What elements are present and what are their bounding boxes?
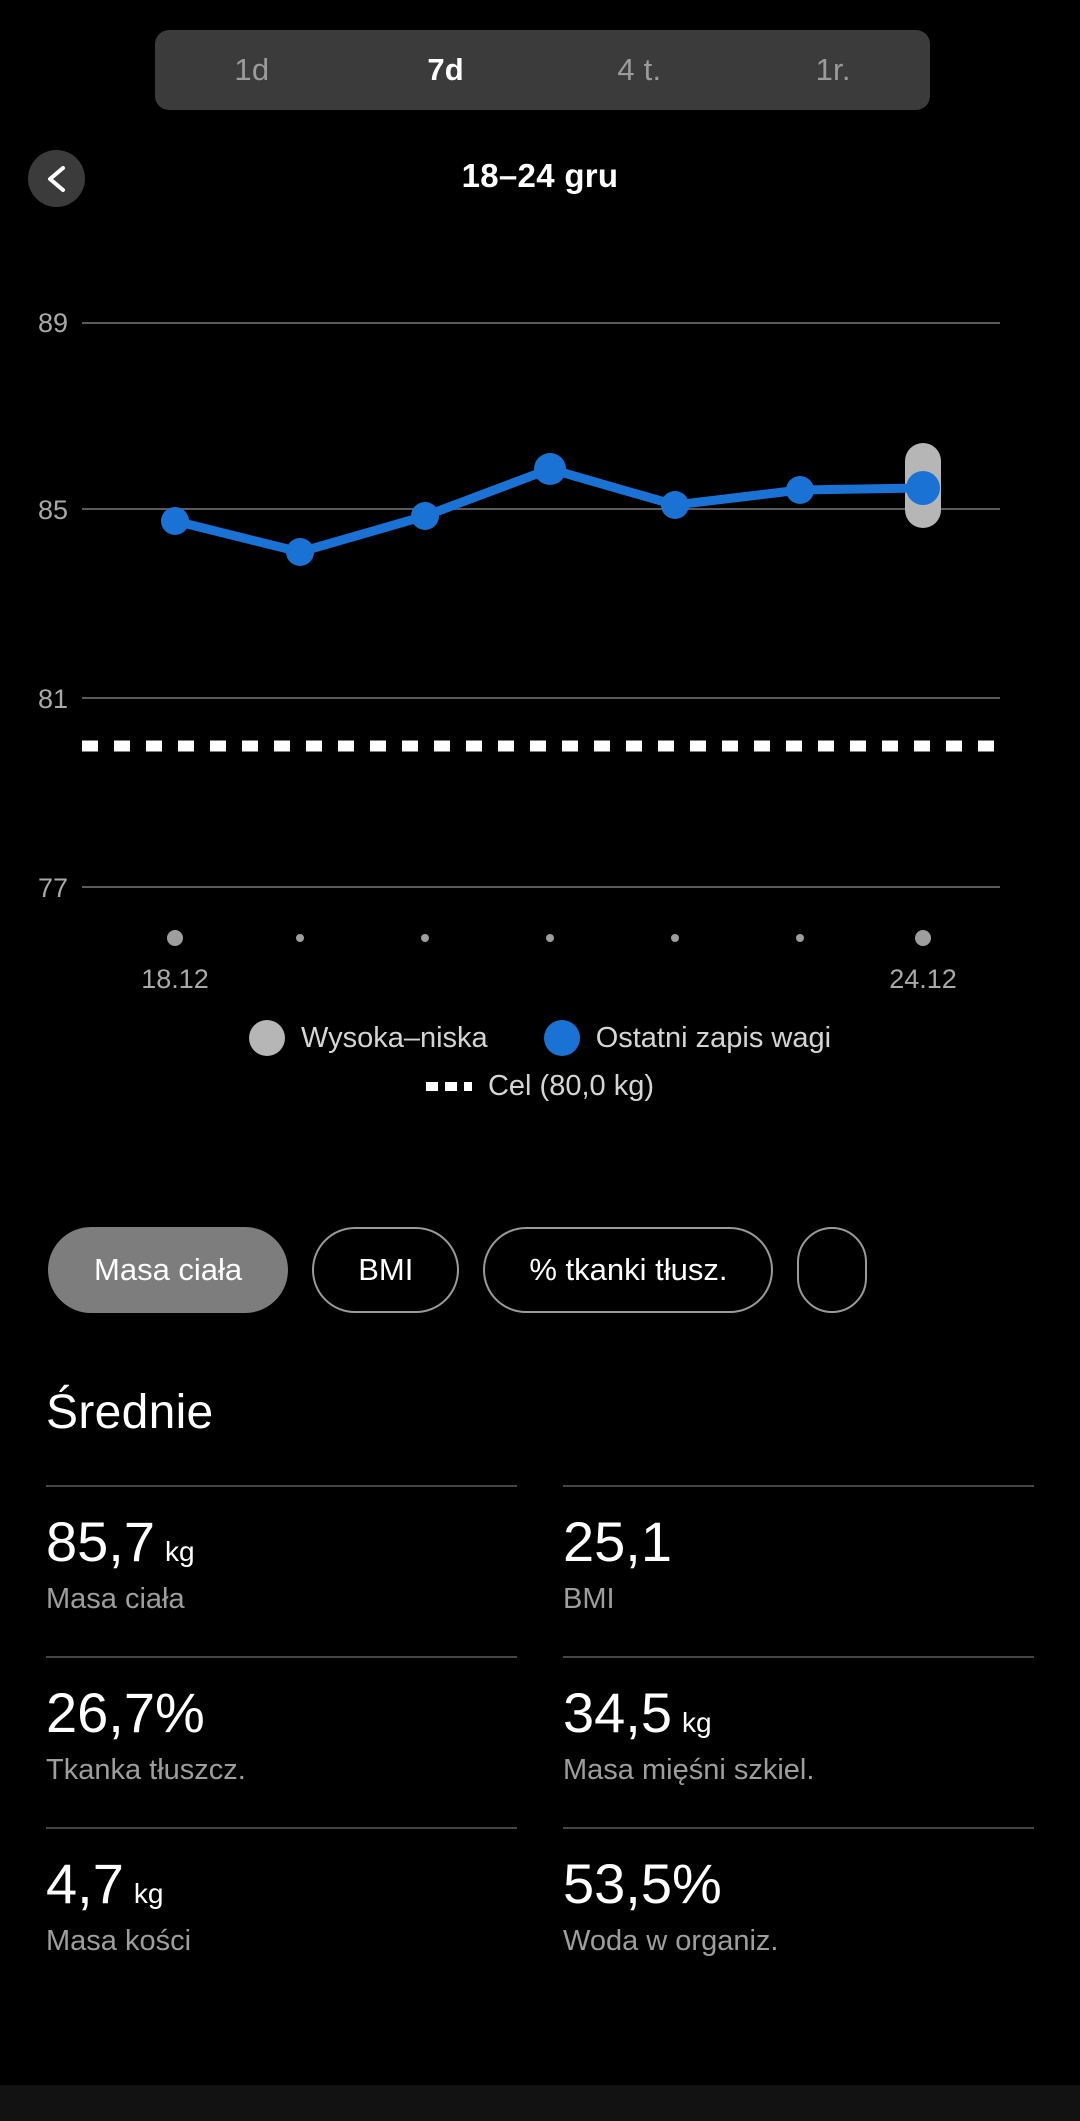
chip-next-partial[interactable] [797, 1227, 868, 1313]
stat-cell-masa-kosci: 4,7 kg Masa kości [46, 1827, 517, 1998]
legend-item-high-low: Wysoka–niska [248, 1020, 488, 1056]
averages-grid: 85,7 kg Masa ciała 25,1 BMI 26,7% Tkanka… [46, 1485, 1034, 1998]
data-point-24-12[interactable] [906, 471, 940, 505]
chart-gridlines [82, 322, 1000, 888]
period-tab-1d[interactable]: 1d [155, 30, 349, 110]
legend-item-last-weight: Ostatni zapis wagi [543, 1020, 832, 1056]
stat-value-masa-kosci: 4,7 kg [46, 1851, 517, 1917]
stat-cell-tkanka-tluszczowa: 26,7% Tkanka tłuszcz. [46, 1656, 517, 1827]
stat-unit-masa-miesni: kg [682, 1707, 712, 1739]
bottom-system-strip [0, 2085, 1080, 2121]
stat-value-woda: 53,5% [563, 1851, 1034, 1917]
period-tab-4w[interactable]: 4 t. [543, 30, 737, 110]
stat-value-masa-ciala: 85,7 kg [46, 1509, 517, 1575]
stat-number-masa-kosci: 4,7 [46, 1852, 124, 1916]
chart-x-axis-dots [167, 930, 931, 946]
stat-number-bmi: 25,1 [563, 1510, 672, 1573]
y-tick-85: 85 [38, 495, 68, 525]
legend-circle-blue-icon [543, 1020, 580, 1056]
data-point-21-12[interactable] [534, 453, 566, 485]
legend-circle-grey-icon [248, 1020, 285, 1056]
stat-label-tkanka-tluszczowa: Tkanka tłuszcz. [46, 1754, 246, 1787]
stat-value-tkanka-tluszczowa: 26,7% [46, 1680, 517, 1746]
legend-label-last-weight: Ostatni zapis wagi [595, 1021, 832, 1054]
stat-label-masa-miesni: Masa mięśni szkiel. [563, 1754, 815, 1787]
chart-y-axis-labels: 89 85 81 77 [38, 308, 68, 903]
stat-label-woda: Woda w organiz. [563, 1925, 779, 1958]
chip-masa-ciala[interactable]: Masa ciała [48, 1227, 289, 1313]
stat-value-bmi: 25,1 [563, 1509, 1034, 1575]
period-tab-1y[interactable]: 1r. [736, 30, 930, 110]
stat-number-masa-miesni: 34,5 [563, 1681, 672, 1745]
data-point-18-12[interactable] [161, 507, 189, 535]
y-tick-77: 77 [38, 873, 68, 903]
x-tick-start: 18.12 [141, 964, 209, 990]
stat-number-woda: 53,5% [563, 1852, 722, 1916]
chart-legend: Wysoka–niska Ostatni zapis wagi Cel (80,… [0, 1020, 1080, 1117]
y-tick-81: 81 [38, 684, 68, 714]
data-point-19-12[interactable] [286, 538, 314, 566]
period-tab-7d[interactable]: 7d [349, 30, 543, 110]
legend-row-goal: Cel (80,0 kg) [0, 1070, 1080, 1103]
stat-cell-woda: 53,5% Woda w organiz. [563, 1827, 1034, 1998]
stat-number-masa-ciala: 85,7 [46, 1510, 155, 1573]
metric-chip-row[interactable]: Masa ciała BMI % tkanki tłusz. [0, 1218, 1080, 1322]
chart-x-axis-labels: 18.12 24.12 [141, 964, 957, 990]
x-tick-end: 24.12 [889, 964, 957, 990]
stat-unit-masa-kosci: kg [133, 1878, 164, 1910]
y-tick-89: 89 [38, 308, 68, 338]
stat-value-masa-miesni: 34,5 kg [563, 1680, 1034, 1746]
legend-item-goal: Cel (80,0 kg) [425, 1070, 654, 1103]
stat-cell-bmi: 25,1 BMI [563, 1485, 1034, 1656]
stat-label-masa-ciala: Masa ciała [46, 1583, 185, 1616]
date-range-title: 18–24 gru [461, 157, 619, 194]
data-point-20-12[interactable] [411, 502, 439, 530]
chip-tkanka-tluszczowa[interactable]: % tkanki tłusz. [483, 1227, 774, 1313]
stat-number-tkanka-tluszczowa: 26,7% [46, 1681, 205, 1745]
averages-heading: Średnie [46, 1386, 214, 1439]
weight-chart[interactable]: 89 85 81 77 18.12 24.12 [0, 290, 1080, 990]
stat-unit-masa-ciala: kg [165, 1536, 195, 1567]
legend-label-goal: Cel (80,0 kg) [487, 1070, 654, 1102]
legend-dashed-line-icon [425, 1082, 472, 1091]
screen-root: 1d 7d 4 t. 1r. 18–24 gru 89 85 81 77 18.… [0, 0, 1080, 2121]
chip-bmi[interactable]: BMI [312, 1227, 460, 1313]
stat-label-masa-kosci: Masa kości [46, 1925, 192, 1958]
stat-cell-masa-ciala: 85,7 kg Masa ciała [46, 1485, 517, 1656]
legend-row-primary: Wysoka–niska Ostatni zapis wagi [0, 1020, 1080, 1056]
stat-label-bmi: BMI [563, 1583, 615, 1616]
data-point-23-12[interactable] [786, 476, 814, 504]
legend-label-high-low: Wysoka–niska [300, 1021, 488, 1054]
period-selector[interactable]: 1d 7d 4 t. 1r. [155, 30, 930, 110]
stat-cell-masa-miesni: 34,5 kg Masa mięśni szkiel. [563, 1656, 1034, 1827]
data-point-22-12[interactable] [661, 491, 689, 519]
